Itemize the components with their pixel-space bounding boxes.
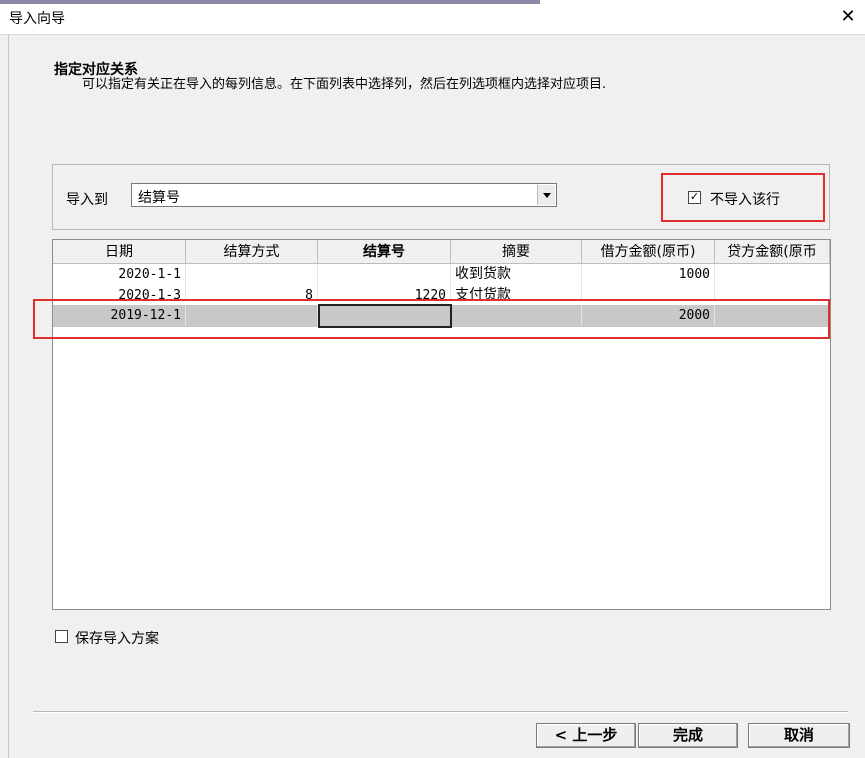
cell-method[interactable]	[186, 264, 318, 285]
cell-debit[interactable]: 1000	[582, 264, 715, 285]
highlight-box-skip-row	[661, 173, 825, 222]
cell-number[interactable]: 1220	[318, 285, 451, 300]
column-header-credit[interactable]: 贷方金额(原币	[715, 240, 830, 264]
column-header-debit[interactable]: 借方金额(原币)	[582, 240, 715, 264]
window-frame	[8, 34, 9, 758]
cell-credit[interactable]	[715, 285, 830, 300]
save-scheme-checkbox[interactable]	[55, 630, 68, 643]
cell-summary[interactable]: 支付货款	[451, 285, 582, 300]
cell-date[interactable]: 2020-1-1	[53, 264, 186, 285]
cancel-button[interactable]: 取消	[748, 723, 850, 748]
title-bar	[0, 0, 865, 35]
data-grid[interactable]: 日期 结算方式 结算号 摘要 借方金额(原币) 贷方金额(原币 2020-1-1…	[52, 239, 831, 610]
import-to-dropdown[interactable]: 结算号	[131, 183, 557, 207]
column-header-number[interactable]: 结算号	[318, 240, 451, 264]
highlight-box-selected-row	[33, 299, 830, 339]
page-description: 可以指定有关正在导入的每列信息。在下面列表中选择列，然后在列选项框内选择对应项目…	[82, 77, 607, 92]
cell-date[interactable]: 2020-1-3	[53, 285, 186, 300]
column-header-method[interactable]: 结算方式	[186, 240, 318, 264]
cell-method[interactable]: 8	[186, 285, 318, 300]
divider	[33, 711, 848, 713]
background-window-strip	[0, 0, 540, 4]
chevron-down-icon[interactable]	[537, 185, 555, 205]
previous-button[interactable]: < 上一步	[536, 723, 636, 748]
finish-button[interactable]: 完成	[638, 723, 738, 748]
column-header-date[interactable]: 日期	[53, 240, 186, 264]
cell-summary[interactable]: 收到货款	[451, 264, 582, 285]
save-scheme-label[interactable]: 保存导入方案	[75, 628, 159, 648]
window-title: 导入向导	[9, 11, 65, 27]
cell-number[interactable]	[318, 264, 451, 285]
import-to-label: 导入到	[66, 192, 108, 208]
import-to-value: 结算号	[138, 190, 180, 206]
close-icon[interactable]: ✕	[836, 5, 860, 29]
page-title: 指定对应关系	[54, 62, 138, 78]
cell-credit[interactable]	[715, 264, 830, 285]
column-header-summary[interactable]: 摘要	[451, 240, 582, 264]
cell-debit[interactable]	[582, 285, 715, 300]
